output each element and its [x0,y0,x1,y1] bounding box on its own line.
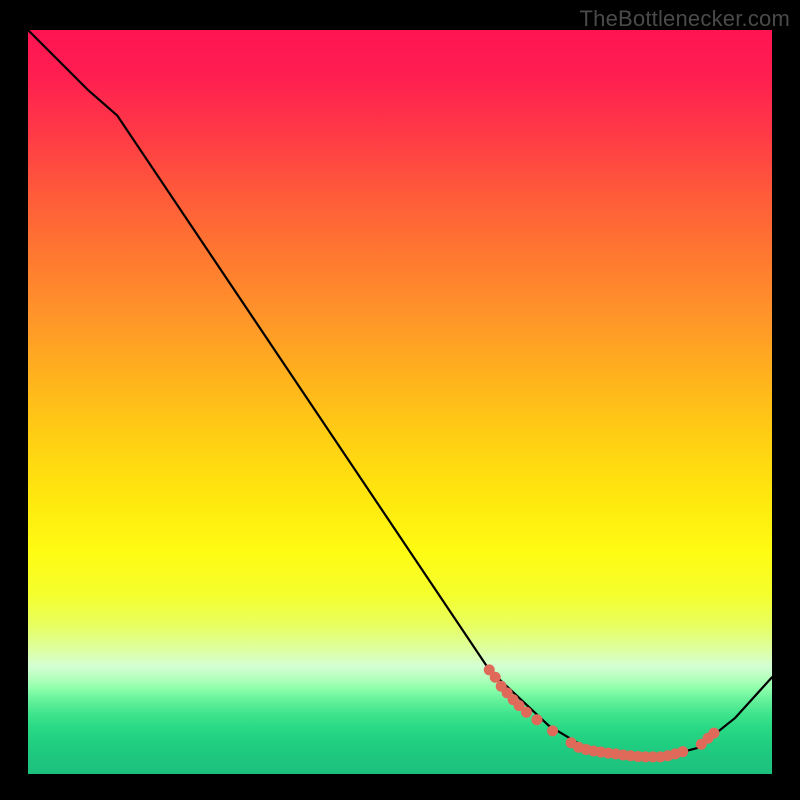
marker-point [708,728,719,739]
highlight-markers [484,664,720,762]
chart-frame: TheBottlenecker.com [0,0,800,800]
bottleneck-curve [28,30,772,758]
marker-point [547,725,558,736]
marker-point [531,714,542,725]
marker-point [677,746,688,757]
plot-area [28,30,772,774]
watermark-text: TheBottlenecker.com [580,6,790,32]
marker-point [521,707,532,718]
plot-svg [28,30,772,774]
